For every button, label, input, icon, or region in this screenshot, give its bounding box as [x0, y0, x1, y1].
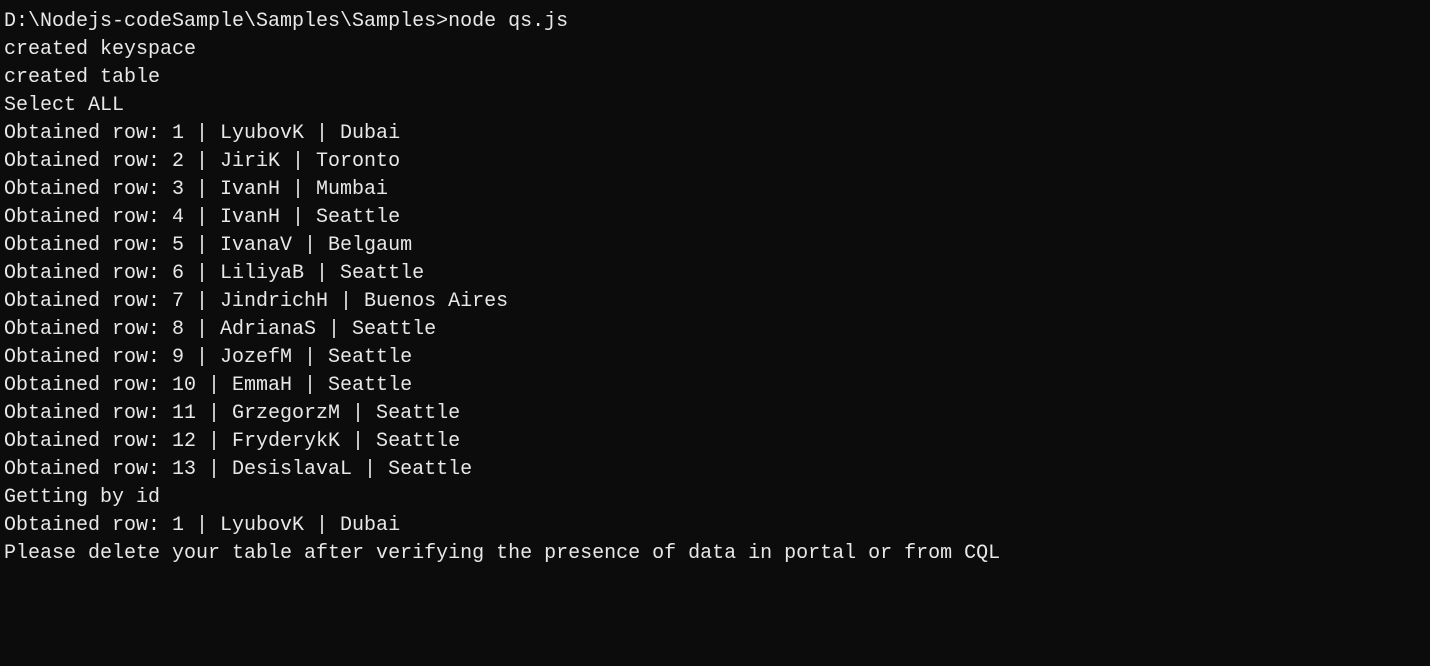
data-row: Obtained row: 13 | DesislavaL | Seattle — [4, 456, 1426, 484]
data-row: Obtained row: 12 | FryderykK | Seattle — [4, 428, 1426, 456]
data-row: Obtained row: 9 | JozefM | Seattle — [4, 344, 1426, 372]
command-prompt-line: D:\Nodejs-codeSample\Samples\Samples>nod… — [4, 8, 1426, 36]
rows-container: Obtained row: 1 | LyubovK | DubaiObtaine… — [4, 120, 1426, 484]
data-row: Obtained row: 1 | LyubovK | Dubai — [4, 120, 1426, 148]
data-row: Obtained row: 3 | IvanH | Mumbai — [4, 176, 1426, 204]
terminal-window[interactable]: D:\Nodejs-codeSample\Samples\Samples>nod… — [4, 8, 1426, 568]
getting-by-id-line: Getting by id — [4, 484, 1426, 512]
by-id-row-line: Obtained row: 1 | LyubovK | Dubai — [4, 512, 1426, 540]
data-row: Obtained row: 6 | LiliyaB | Seattle — [4, 260, 1426, 288]
data-row: Obtained row: 7 | JindrichH | Buenos Air… — [4, 288, 1426, 316]
data-row: Obtained row: 5 | IvanaV | Belgaum — [4, 232, 1426, 260]
data-row: Obtained row: 4 | IvanH | Seattle — [4, 204, 1426, 232]
prompt-command: node qs.js — [448, 10, 568, 33]
output-line: created table — [4, 64, 1426, 92]
output-line: created keyspace — [4, 36, 1426, 64]
final-message-line: Please delete your table after verifying… — [4, 540, 1426, 568]
prompt-path: D:\Nodejs-codeSample\Samples\Samples> — [4, 10, 448, 33]
data-row: Obtained row: 10 | EmmaH | Seattle — [4, 372, 1426, 400]
data-row: Obtained row: 11 | GrzegorzM | Seattle — [4, 400, 1426, 428]
data-row: Obtained row: 2 | JiriK | Toronto — [4, 148, 1426, 176]
data-row: Obtained row: 8 | AdrianaS | Seattle — [4, 316, 1426, 344]
output-line: Select ALL — [4, 92, 1426, 120]
